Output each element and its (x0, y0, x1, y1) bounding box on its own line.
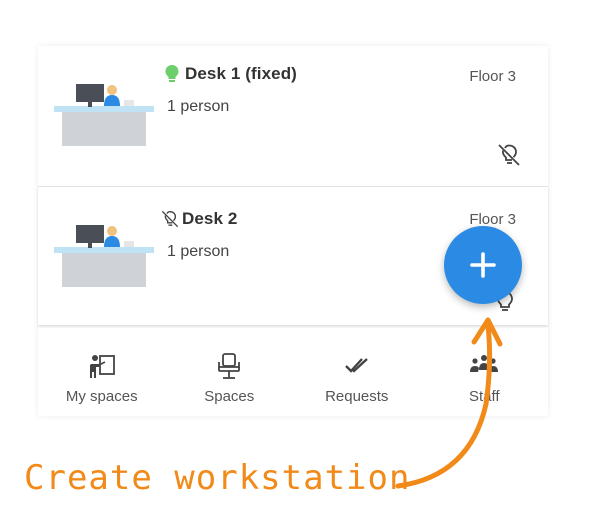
bottom-navigation: My spaces Spaces Requests Staff (38, 336, 548, 416)
nav-label: Staff (468, 388, 500, 405)
nav-label: My spaces (65, 388, 138, 405)
plus-icon (470, 252, 496, 278)
desk-floor: Floor 3 (469, 68, 516, 85)
double-check-icon (344, 358, 368, 373)
my-spaces-icon (89, 355, 115, 378)
desk-illustration (54, 225, 154, 287)
nav-requests[interactable]: Requests (293, 336, 421, 416)
add-workstation-button[interactable] (444, 226, 522, 304)
bulb-off-icon[interactable] (496, 142, 522, 168)
desk-title: Desk 2 (182, 209, 238, 228)
desk-illustration (54, 84, 154, 146)
desk-capacity: 1 person (167, 98, 230, 115)
bulb-green-icon (165, 65, 179, 82)
nav-spaces[interactable]: Spaces (166, 336, 294, 416)
staff-icon (470, 355, 499, 372)
bulb-off-icon (161, 210, 179, 228)
desk-capacity: 1 person (167, 243, 230, 260)
nav-staff[interactable]: Staff (421, 336, 549, 416)
nav-label: Requests (325, 388, 389, 405)
annotation-label: Create workstation (24, 458, 411, 498)
nav-label: Spaces (204, 388, 255, 405)
nav-my-spaces[interactable]: My spaces (38, 336, 166, 416)
desk-card[interactable]: Desk 1 (fixed) 1 person Floor 3 (38, 46, 548, 185)
chair-icon (218, 353, 241, 379)
desk-title: Desk 1 (fixed) (185, 64, 297, 83)
